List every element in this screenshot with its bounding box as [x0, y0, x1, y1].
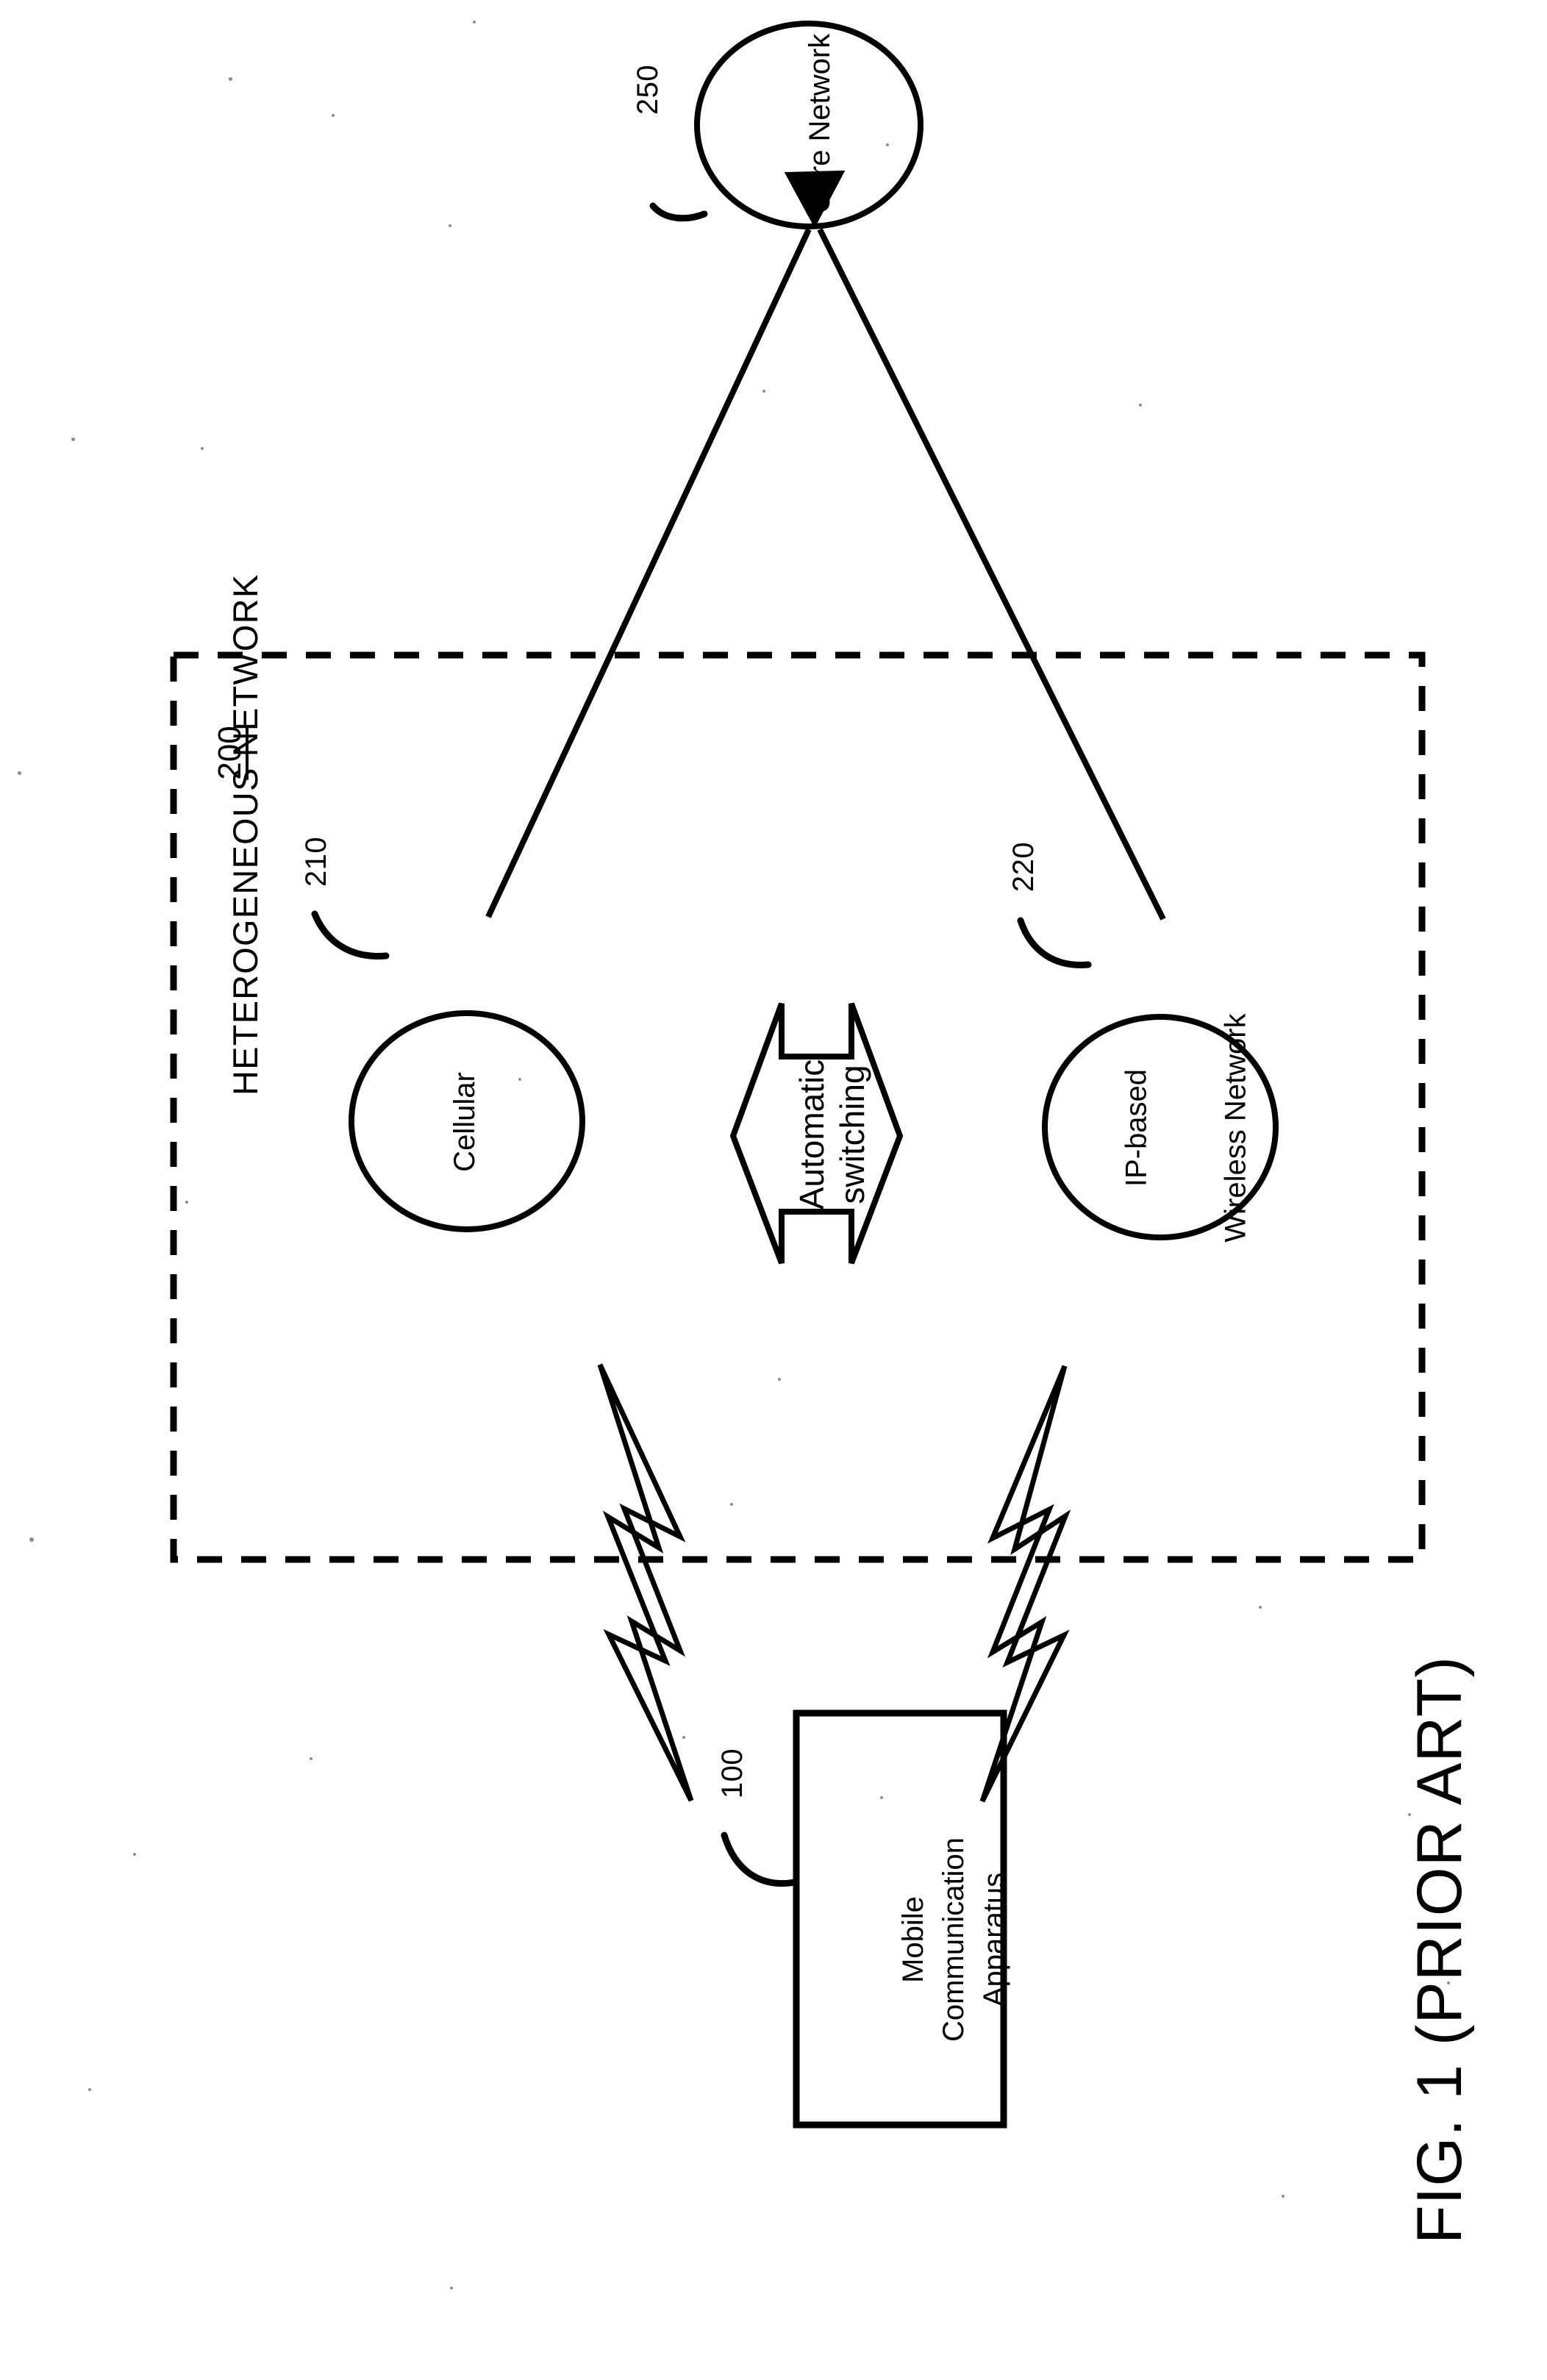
scan-speck [1259, 1606, 1262, 1609]
scan-speck [133, 1853, 136, 1856]
scan-speck [18, 771, 21, 775]
link-ipwireless-to-core [817, 228, 1166, 921]
scan-speck [778, 1378, 781, 1381]
scan-speck [332, 114, 335, 117]
scan-speck [185, 1201, 188, 1204]
scan-speck [518, 1078, 521, 1081]
scan-speck [880, 1796, 883, 1799]
heterogeneous-network-box [170, 651, 1426, 1563]
scan-speck [886, 143, 889, 146]
ref-leader-100 [721, 1832, 798, 1887]
scan-speck [71, 437, 75, 441]
scan-speck [1408, 1813, 1411, 1816]
lightning-bolt-ipwireless [979, 1365, 1071, 1803]
scan-speck [449, 224, 451, 227]
scan-speck [310, 1757, 312, 1760]
scan-speck [473, 21, 476, 24]
scan-speck [229, 77, 232, 81]
automatic-switching-arrow [729, 1002, 904, 1265]
cellular-ellipse [349, 1010, 585, 1232]
ref-leader-250 [649, 202, 708, 222]
ref-leader-220 [1017, 917, 1092, 968]
scan-speck [1139, 404, 1142, 407]
scan-speck [88, 2088, 91, 2091]
scan-speck [730, 1503, 733, 1506]
mobile-apparatus-box [793, 1709, 1007, 2129]
scan-speck [1282, 2195, 1285, 2198]
link-cellular-to-core [485, 228, 812, 918]
arrowhead-into-core [784, 170, 846, 229]
scan-speck [762, 390, 765, 393]
scan-speck [201, 447, 204, 450]
ref-leader-210 [311, 910, 390, 959]
scan-speck [450, 2287, 453, 2290]
scan-speck [682, 1736, 685, 1739]
scan-speck [29, 1537, 34, 1542]
patent-figure-page: 250 Core Network HETEROGENEOUS NETWORK 2… [0, 0, 1547, 2380]
scan-speck [1447, 1981, 1450, 1984]
lightning-bolt-cellular [597, 1363, 694, 1802]
figure-canvas [170, 21, 1426, 2129]
ip-wireless-ellipse [1042, 1014, 1279, 1240]
